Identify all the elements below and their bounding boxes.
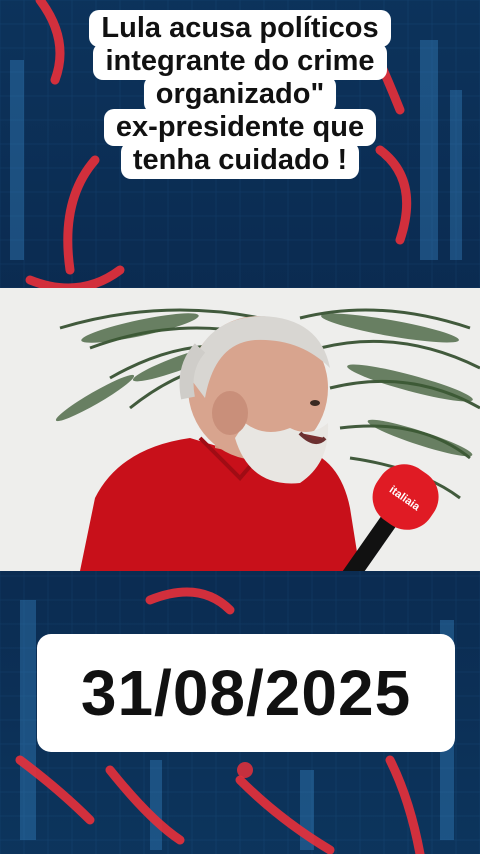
caption-line: Lula acusa políticos (89, 10, 391, 47)
headline-caption: Lula acusa políticos integrante do crime… (0, 10, 480, 179)
caption-line: tenha cuidado ! (120, 142, 360, 179)
video-scene: italiaia (0, 288, 480, 571)
date-label: 31/08/2025 (80, 657, 412, 729)
date-banner: 31/08/2025 (37, 634, 455, 752)
caption-line: organizado" (143, 76, 337, 113)
caption-line: ex-presidente que (103, 109, 377, 146)
video-frame[interactable]: italiaia (0, 288, 480, 571)
caption-line: integrante do crime (93, 43, 387, 80)
